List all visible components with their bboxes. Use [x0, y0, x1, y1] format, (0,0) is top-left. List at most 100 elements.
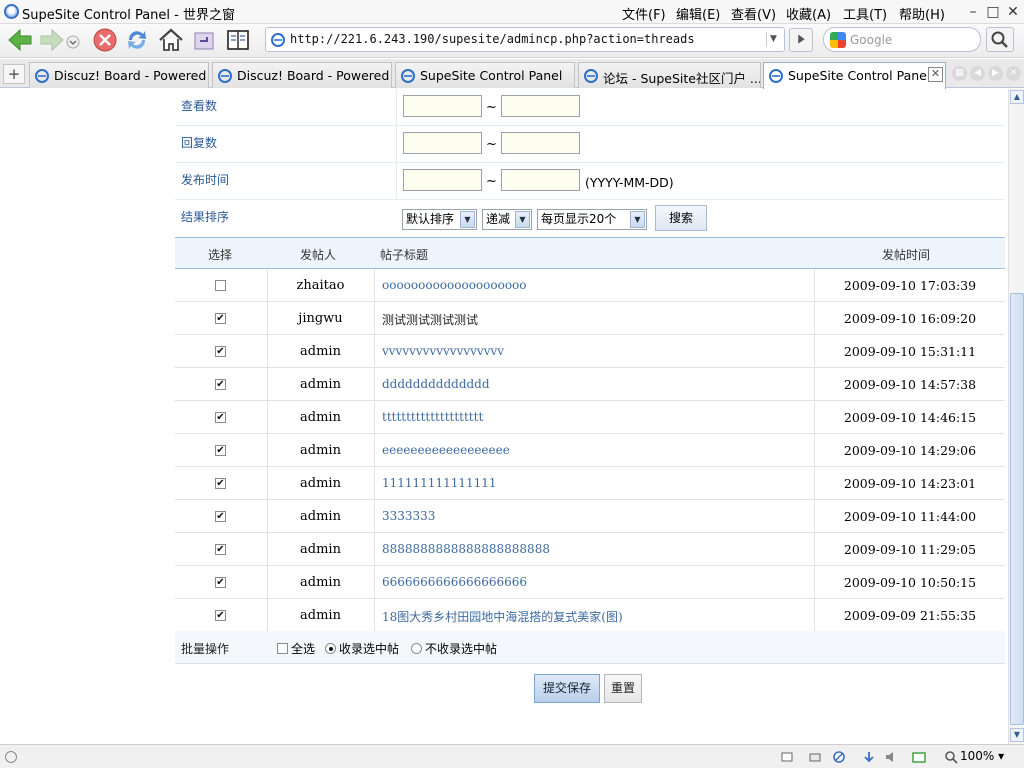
close-all-tabs-icon[interactable]: ✕: [1006, 66, 1021, 81]
exclude-selected-radio[interactable]: 不收录选中帖: [411, 640, 497, 657]
post-subject-link[interactable]: 111111111111111: [382, 476, 497, 490]
zoom-icon[interactable]: [944, 750, 958, 764]
row-checkbox[interactable]: ✔: [215, 577, 226, 588]
stop-icon[interactable]: [91, 27, 119, 53]
menu-view[interactable]: 查看(V): [731, 4, 776, 23]
row-checkbox[interactable]: ✔: [215, 478, 226, 489]
post-subject-link[interactable]: vvvvvvvvvvvvvvvvvv: [382, 344, 504, 358]
menu-tools[interactable]: 工具(T): [843, 4, 887, 23]
back-arrow-icon[interactable]: [6, 27, 34, 53]
post-author: admin: [300, 443, 341, 458]
menu-help[interactable]: 帮助(H): [899, 4, 945, 23]
tab-scroll-left-icon[interactable]: ◀: [970, 66, 985, 81]
scroll-down-icon[interactable]: ▼: [1010, 728, 1024, 742]
tab-discuz-1[interactable]: Discuz! Board - Powered ...: [29, 62, 209, 88]
column-header-author: 发帖人: [300, 248, 337, 262]
row-checkbox[interactable]: ✔: [215, 544, 226, 555]
tab-list-icon[interactable]: ▦: [952, 66, 967, 81]
order-select[interactable]: 递减 ▼: [482, 209, 532, 230]
search-button[interactable]: 搜索: [655, 205, 707, 231]
reset-button[interactable]: 重置: [604, 674, 642, 703]
views-min-input[interactable]: [403, 95, 482, 117]
row-checkbox[interactable]: ✔: [215, 610, 226, 621]
date-to-input[interactable]: [501, 169, 580, 191]
title-bar: SupeSite Control Panel - 世界之窗 文件(F) 编辑(E…: [0, 0, 1024, 24]
zoom-level[interactable]: 100% ▾: [960, 749, 1004, 763]
row-checkbox[interactable]: [215, 280, 226, 291]
table-header: 选择 发帖人 帖子标题 发帖时间: [175, 237, 1005, 269]
select-all-checkbox[interactable]: 全选: [277, 640, 315, 657]
search-box[interactable]: Google: [823, 27, 981, 52]
replies-max-input[interactable]: [501, 132, 580, 154]
views-max-input[interactable]: [501, 95, 580, 117]
status-bar: 100% ▾: [0, 744, 1024, 768]
undo-close-tab-icon[interactable]: [191, 27, 219, 53]
vertical-scrollbar[interactable]: ▲ ▼: [1008, 89, 1024, 744]
row-checkbox[interactable]: ✔: [215, 511, 226, 522]
search-placeholder[interactable]: Google: [850, 33, 892, 47]
column-header-select: 选择: [208, 248, 233, 262]
date-from-input[interactable]: [403, 169, 482, 191]
address-bar[interactable]: http://221.6.243.190/supesite/admincp.ph…: [265, 27, 785, 52]
post-author: admin: [300, 377, 341, 392]
chevron-down-icon: ▼: [515, 211, 530, 228]
row-checkbox[interactable]: ✔: [215, 412, 226, 423]
popup-blocker-icon[interactable]: [780, 750, 794, 764]
favorites-book-icon[interactable]: [224, 27, 252, 53]
mute-sound-icon[interactable]: [884, 750, 898, 764]
submit-save-button[interactable]: 提交保存: [534, 674, 600, 703]
column-divider: [374, 401, 375, 434]
history-dropdown-icon[interactable]: [66, 35, 80, 49]
sort-select[interactable]: 默认排序 ▼: [402, 209, 477, 230]
url-dropdown-icon[interactable]: ▼: [766, 32, 780, 47]
menu-favorites[interactable]: 收藏(A): [786, 4, 831, 23]
post-subject-link[interactable]: oooooooooooooooooooo: [382, 278, 527, 292]
batch-label: 批量操作: [181, 642, 230, 656]
tab-scroll-right-icon[interactable]: ▶: [988, 66, 1003, 81]
download-arrow-icon[interactable]: [862, 750, 876, 764]
per-page-select[interactable]: 每页显示20个 ▼: [537, 209, 647, 230]
post-subject-link[interactable]: dddddddddddddd: [382, 377, 490, 391]
post-subject-link[interactable]: ttttttttttttttttttttt: [382, 410, 483, 424]
go-button[interactable]: [789, 28, 813, 52]
forward-arrow-icon[interactable]: [38, 27, 66, 53]
minimize-icon[interactable]: –: [962, 2, 984, 22]
scrollbar-thumb[interactable]: [1010, 293, 1024, 725]
download-manager-icon[interactable]: [808, 750, 822, 764]
batch-operations: 批量操作 全选 收录选中帖 不收录选中帖: [175, 631, 1005, 664]
ad-filter-icon[interactable]: [832, 750, 846, 764]
refresh-icon[interactable]: [123, 27, 151, 53]
post-subject-link[interactable]: 6666666666666666666: [382, 575, 527, 589]
search-go-button[interactable]: [986, 27, 1014, 52]
post-subject-link[interactable]: 8888888888888888888888: [382, 542, 550, 556]
url-text[interactable]: http://221.6.243.190/supesite/admincp.ph…: [290, 32, 695, 46]
post-author: admin: [300, 575, 341, 590]
tab-discuz-2[interactable]: Discuz! Board - Powered ...: [212, 62, 392, 88]
row-checkbox[interactable]: ✔: [215, 346, 226, 357]
replies-min-input[interactable]: [403, 132, 482, 154]
include-selected-radio[interactable]: 收录选中帖: [325, 640, 399, 657]
close-window-icon[interactable]: ✕: [1002, 2, 1024, 22]
column-header-time: 发帖时间: [882, 248, 931, 262]
post-subject-link[interactable]: eeeeeeeeeeeeeeeeee: [382, 443, 510, 457]
screenshot-icon[interactable]: [912, 750, 926, 764]
row-checkbox[interactable]: ✔: [215, 379, 226, 390]
new-tab-button[interactable]: +: [3, 64, 25, 84]
menu-file[interactable]: 文件(F): [622, 4, 666, 23]
row-checkbox[interactable]: ✔: [215, 313, 226, 324]
maximize-icon[interactable]: □: [982, 2, 1004, 22]
tab-forum[interactable]: 论坛 - SupeSite社区门户 ...: [578, 62, 761, 88]
close-tab-icon[interactable]: ✕: [928, 67, 943, 82]
menu-edit[interactable]: 编辑(E): [676, 4, 720, 23]
tab-supesite-active[interactable]: SupeSite Control Panel: [763, 62, 946, 89]
post-time: 2009-09-10 14:29:06: [843, 443, 977, 458]
home-icon[interactable]: [157, 27, 185, 53]
date-field: ~ (YYYY-MM-DD): [396, 163, 1005, 199]
scroll-up-icon[interactable]: ▲: [1010, 90, 1024, 104]
post-subject-link[interactable]: 测试测试测试测试: [382, 311, 478, 328]
post-subject-link[interactable]: 18图大秀乡村田园地中海混搭的复式美家(图): [382, 608, 623, 625]
row-checkbox[interactable]: ✔: [215, 445, 226, 456]
page-status-icon: [5, 751, 17, 763]
tab-supesite-1[interactable]: SupeSite Control Panel: [395, 62, 575, 88]
post-subject-link[interactable]: 3333333: [382, 509, 435, 523]
